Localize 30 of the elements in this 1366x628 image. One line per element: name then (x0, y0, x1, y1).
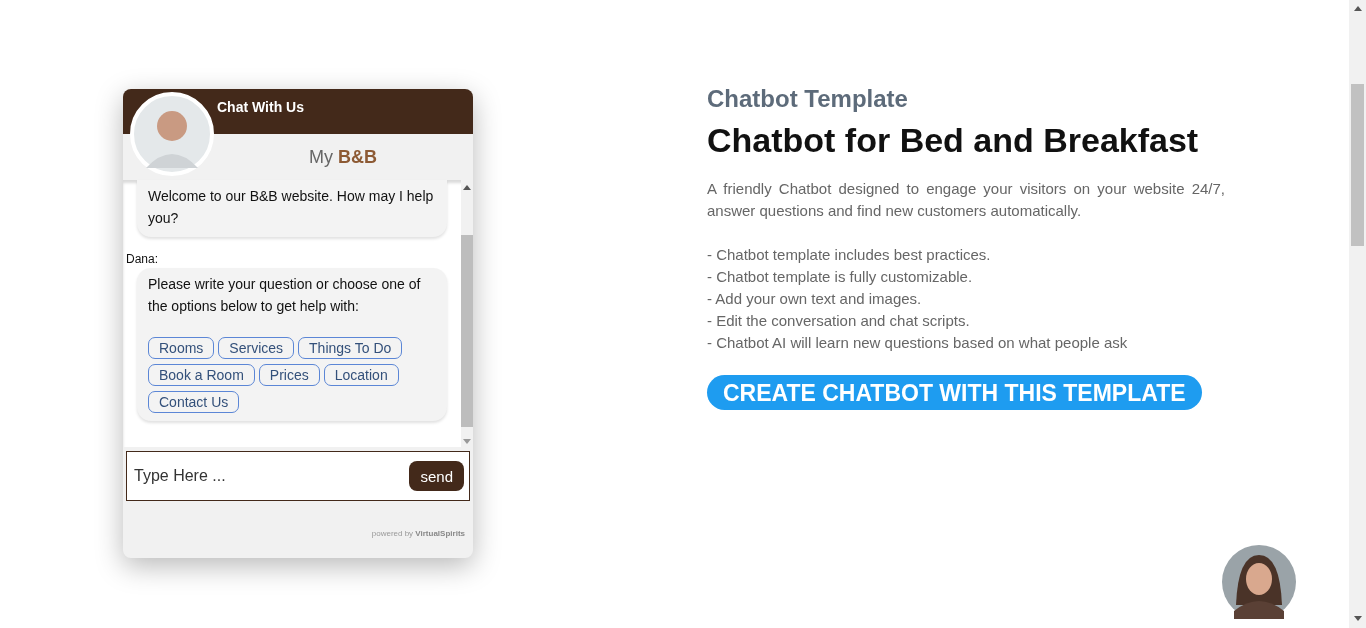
sender-name: Dana: (126, 252, 160, 266)
chat-launcher-avatar[interactable] (1222, 545, 1296, 619)
page-title: Chatbot for Bed and Breakfast (707, 121, 1200, 160)
message-field[interactable]: Type Here ... send (126, 451, 470, 501)
feature-item: - Chatbot template is fully customizable. (707, 267, 974, 287)
eyebrow-heading: Chatbot Template (707, 85, 909, 113)
scroll-up-icon[interactable] (1353, 6, 1362, 11)
option-button[interactable]: Things To Do (298, 337, 403, 359)
option-button[interactable]: Rooms (148, 337, 215, 359)
brand-name: My B&B (309, 146, 377, 168)
option-button[interactable]: Prices (258, 364, 320, 386)
feature-item: - Add your own text and images. (707, 289, 923, 309)
page-scrollbar[interactable] (1349, 0, 1366, 628)
page-scrollbar-thumb[interactable] (1351, 84, 1364, 246)
chat-title: Chat With Us (217, 99, 304, 115)
scroll-down-icon[interactable] (1353, 616, 1362, 621)
feature-item: - Chatbot template includes best practices. (707, 245, 992, 265)
option-button[interactable]: Book a Room (148, 364, 255, 386)
scrollbar-thumb[interactable] (461, 235, 473, 427)
powered-by-text: powered by VirtualSpirits (371, 529, 465, 538)
message-text: Welcome to our B&B website. How may I help you? (148, 187, 435, 228)
message-text: Please write your question or choose one of the options below to get help with: (148, 275, 422, 316)
option-button[interactable]: Services (218, 337, 295, 359)
feature-item: - Edit the conversation and chat scripts. (707, 311, 971, 331)
scroll-up-icon[interactable] (463, 185, 471, 190)
description-text: A friendly Chatbot designed to engage your visitors on your website 24/7, answer questions and find new customers automatically. (707, 179, 1225, 221)
send-button[interactable]: send (409, 461, 464, 491)
option-button[interactable]: Location (323, 364, 399, 386)
option-button[interactable]: Contact Us (148, 391, 240, 413)
feature-item: - Chatbot AI will learn new questions based on what people ask (707, 333, 1129, 353)
